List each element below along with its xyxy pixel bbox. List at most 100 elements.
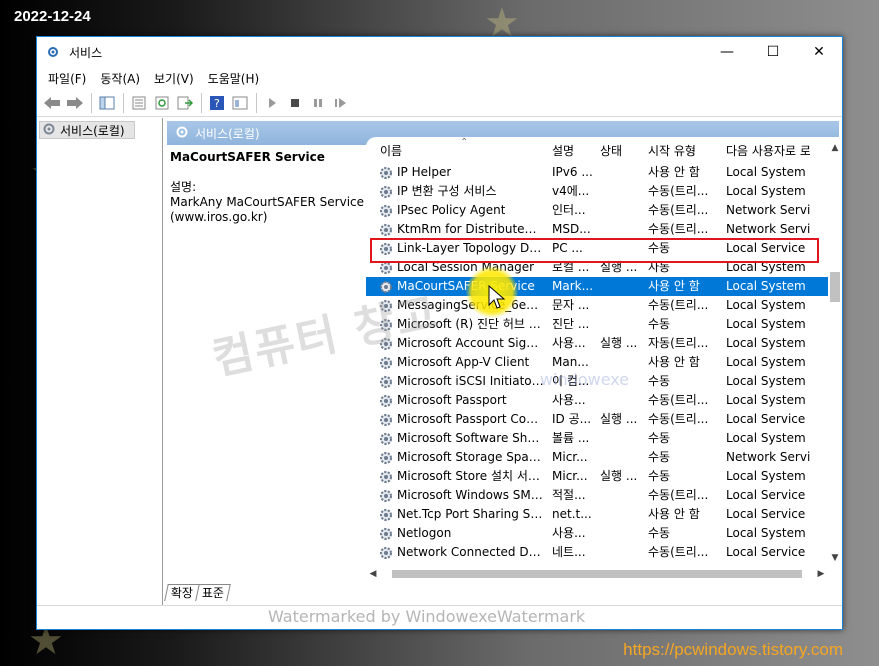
column-header-logon-as[interactable]: 다음 사용자로 로 (720, 142, 810, 159)
table-row[interactable]: IPsec Policy Agent 인터... 수동(트리... Network S… (366, 201, 828, 220)
cell-startup-type: 사용 안 함 (648, 507, 700, 521)
cell-logon-as: Local System (726, 184, 806, 198)
table-row[interactable]: Network Connected Device... 네트... 수동(트리...… (366, 543, 828, 562)
start-service-icon[interactable] (261, 92, 283, 114)
table-row[interactable]: KtmRm for Distributed Tra... MSD... 수동(트리.… (366, 220, 828, 239)
forward-arrow-icon[interactable] (64, 92, 86, 114)
maximize-button[interactable]: ☐ (750, 37, 796, 67)
restart-service-icon[interactable] (330, 92, 352, 114)
table-row[interactable]: Net.Tcp Port Sharing Service net.t... 사용 안… (366, 505, 828, 524)
column-header-state[interactable]: 상태 (594, 142, 642, 159)
vertical-scroll-thumb[interactable] (830, 272, 840, 302)
service-gear-icon (378, 393, 394, 409)
table-row[interactable]: Microsoft Software Shado... 볼륨 ... 수동 Local… (366, 429, 828, 448)
table-row[interactable]: Link-Layer Topology Disco... PC ... 수동 Loca… (366, 239, 828, 258)
refresh-icon[interactable] (151, 92, 173, 114)
service-name: Microsoft Account Sign-in ... (397, 336, 544, 350)
stop-service-icon[interactable] (284, 92, 306, 114)
cell-name: IP 변환 구성 서비스 (366, 182, 544, 201)
table-row[interactable]: IP Helper IPv6 ... 사용 안 함 Local System (366, 163, 828, 182)
cell-description: 사용... (552, 526, 586, 540)
column-header-startup-type[interactable]: 시작 유형 (642, 142, 720, 159)
help-icon[interactable]: ? (206, 92, 228, 114)
table-row[interactable]: MaCourtSAFER Service Mark... 사용 안 함 Local S… (366, 277, 828, 296)
service-name: Microsoft App-V Client (397, 355, 530, 369)
cell-name: Microsoft iSCSI Initiator Se... (366, 372, 544, 391)
scroll-up-icon[interactable]: ▲ (828, 143, 842, 157)
table-row[interactable]: Microsoft Account Sign-in ... 사용... 실행 ...… (366, 334, 828, 353)
cell-logon-as: Local Service (726, 241, 806, 255)
table-row[interactable]: Microsoft (R) 진단 허브 표... 진단 ... 수동 Local Sy… (366, 315, 828, 334)
cell-logon-as: Local System (726, 526, 806, 540)
cell-startup-type: 수동 (648, 431, 671, 445)
table-row[interactable]: Microsoft iSCSI Initiator Se... 이 컴... 수동 L… (366, 372, 828, 391)
console-tree-icon[interactable] (96, 92, 118, 114)
description-label: 설명: (170, 180, 197, 194)
service-gear-icon (378, 431, 394, 447)
service-name: Microsoft iSCSI Initiator Se... (397, 374, 544, 388)
cell-name: Network Connected Device... (366, 543, 544, 562)
table-row[interactable]: Microsoft Storage Spaces ... Micr... 수동 Net… (366, 448, 828, 467)
cell-description: MSD... (552, 222, 591, 236)
cell-logon-as: Local Service (726, 488, 806, 502)
toolbar: ? (37, 89, 842, 117)
menu-help[interactable]: 도움말(H) (201, 70, 267, 87)
service-gear-icon (378, 336, 394, 352)
scroll-right-icon[interactable]: ▶ (814, 569, 828, 579)
table-row[interactable]: IP 변환 구성 서비스 v4에... 수동(트리... Local System (366, 182, 828, 201)
pause-service-icon[interactable] (307, 92, 329, 114)
table-row[interactable]: Local Session Manager 로컬 ... 실행 ... 자동 Local… (366, 258, 828, 277)
cell-startup-type: 수동 (648, 241, 671, 255)
cell-name: Microsoft Passport (366, 391, 544, 410)
cell-logon-as: Local System (726, 469, 806, 483)
export-list-icon[interactable] (174, 92, 196, 114)
back-arrow-icon[interactable] (41, 92, 63, 114)
properties-icon[interactable] (229, 92, 251, 114)
cell-name: IP Helper (366, 163, 544, 182)
title-bar[interactable]: 서비스 — ☐ ✕ (37, 37, 842, 67)
tab-standard[interactable]: 표준 (195, 584, 231, 601)
toolbar-separator (201, 92, 202, 113)
cell-startup-type: 사용 안 함 (648, 355, 700, 369)
column-header-name[interactable]: 이름 (366, 142, 544, 159)
services-gear-icon (42, 122, 56, 139)
list-view-icon[interactable] (128, 92, 150, 114)
cell-logon-as: Local Service (726, 412, 806, 426)
table-row[interactable]: Microsoft Windows SMS ... 적절... 수동(트리... Lo… (366, 486, 828, 505)
scroll-down-icon[interactable]: ▼ (828, 553, 842, 567)
vertical-scrollbar[interactable]: ▲ ▼ (828, 137, 842, 567)
cell-startup-type: 수동 (648, 469, 671, 483)
close-button[interactable]: ✕ (796, 37, 842, 67)
cell-description: Micr... (552, 469, 588, 483)
table-row[interactable]: MessagingService_6e474 문자 ... 수동(트리... Loca… (366, 296, 828, 315)
table-row[interactable]: Netlogon 사용... 수동 Local System (366, 524, 828, 543)
cell-logon-as: Local System (726, 260, 806, 274)
table-row[interactable]: Microsoft Passport 사용... 수동(트리... Local Sys… (366, 391, 828, 410)
cell-startup-type: 수동(트리... (648, 298, 709, 312)
menu-file[interactable]: 파일(F) (41, 70, 93, 87)
service-name: Netlogon (397, 526, 452, 540)
menu-view[interactable]: 보기(V) (147, 70, 201, 87)
service-gear-icon (378, 469, 394, 485)
horizontal-scroll-thumb[interactable] (392, 570, 802, 578)
menu-action[interactable]: 동작(A) (93, 70, 147, 87)
service-gear-icon (378, 507, 394, 523)
cell-description: IPv6 ... (552, 165, 593, 179)
table-row[interactable]: Microsoft Store 설치 서비스 Micr... 실행 ... 수동 Loc… (366, 467, 828, 486)
service-gear-icon (378, 222, 394, 238)
table-row[interactable]: Microsoft Passport Container ID 공... 실행 ..… (366, 410, 828, 429)
menu-bar: 파일(F) 동작(A) 보기(V) 도움말(H) (37, 67, 842, 89)
minimize-button[interactable]: — (704, 37, 750, 67)
tree-item-services-local[interactable]: 서비스(로컬) (39, 121, 135, 139)
cell-logon-as: Local System (726, 317, 806, 331)
cell-logon-as: Local System (726, 298, 806, 312)
tab-extended-label: 확장 (170, 586, 193, 600)
cell-description: 사용... (552, 393, 586, 407)
table-row[interactable]: Microsoft App-V Client Man... 사용 안 함 Local … (366, 353, 828, 372)
cell-name: IPsec Policy Agent (366, 201, 544, 220)
service-name: KtmRm for Distributed Tra... (397, 222, 544, 236)
column-header-description[interactable]: 설명 (544, 142, 594, 159)
horizontal-scrollbar[interactable]: ◀ ▶ (366, 567, 828, 581)
service-gear-icon (378, 317, 394, 333)
scroll-left-icon[interactable]: ◀ (366, 569, 380, 579)
